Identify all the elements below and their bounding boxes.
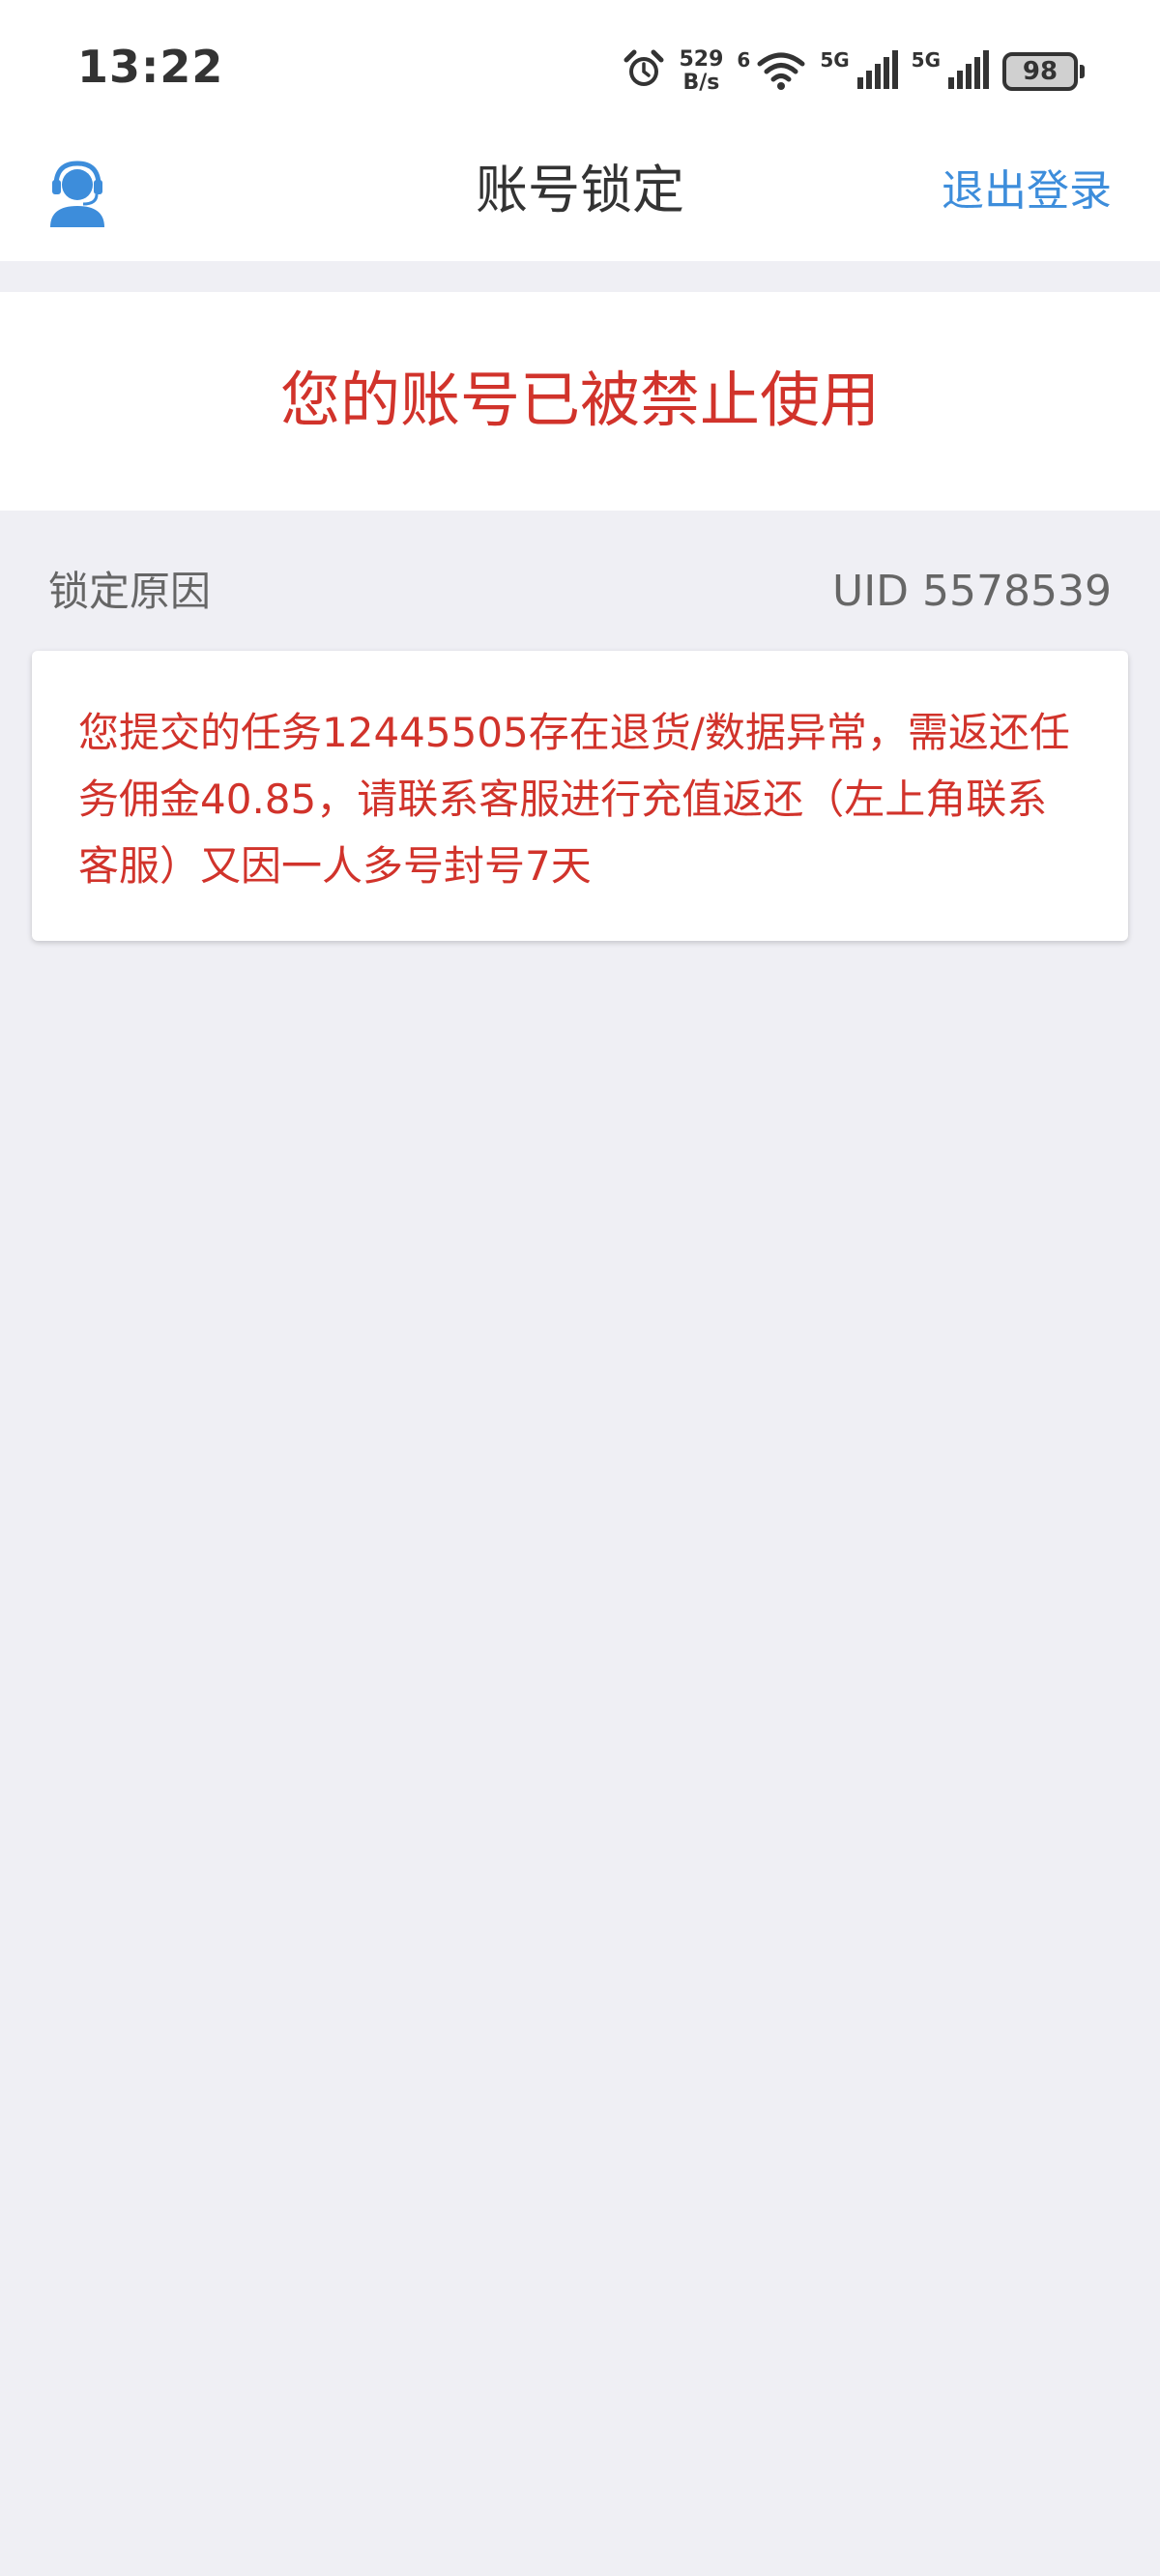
battery-icon: 98 xyxy=(1002,52,1085,91)
lock-reason-card: 您提交的任务12445505存在退货/数据异常，需返还任务佣金40.85，请联系… xyxy=(32,651,1128,941)
logout-button[interactable]: 退出登录 xyxy=(942,161,1112,222)
sim1-network-label: 5G xyxy=(820,48,850,72)
lock-reason-text: 您提交的任务12445505存在退货/数据异常，需返还任务佣金40.85，请联系… xyxy=(78,709,1070,890)
lock-reason-label: 锁定原因 xyxy=(48,568,212,615)
sim2-network-label: 5G xyxy=(911,48,941,72)
signal-icon-sim1 xyxy=(856,48,898,95)
app-header: 账号锁定 退出登录 xyxy=(0,135,1160,261)
battery-tip xyxy=(1080,65,1085,78)
uid-label: UID 5578539 xyxy=(831,567,1112,616)
status-time: 13:22 xyxy=(77,41,224,93)
battery-level: 98 xyxy=(1002,52,1078,91)
wifi-label: 6 xyxy=(737,48,751,72)
wifi-icon xyxy=(756,48,806,95)
network-speed: 529 B/s xyxy=(679,48,723,95)
network-speed-unit: B/s xyxy=(682,71,720,95)
status-bar: 13:22 529 B/s 6 5G 5G 98 xyxy=(0,0,1160,135)
signal-icon-sim2 xyxy=(946,48,989,95)
network-speed-value: 529 xyxy=(679,47,724,72)
status-icons: 529 B/s 6 5G 5G 98 xyxy=(609,43,1085,101)
ban-notice-banner: 您的账号已被禁止使用 xyxy=(0,292,1160,511)
ban-notice-text: 您的账号已被禁止使用 xyxy=(279,365,880,435)
alarm-icon xyxy=(623,48,665,95)
